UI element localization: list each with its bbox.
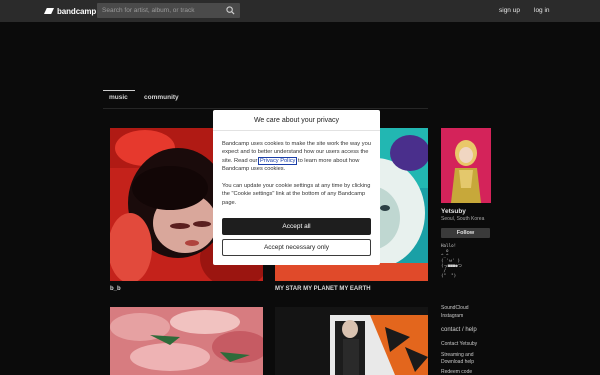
privacy-policy-link[interactable]: Privacy Policy xyxy=(257,156,298,165)
log-in-link[interactable]: log in xyxy=(534,7,550,14)
follow-button[interactable]: Follow xyxy=(441,228,490,238)
search-input[interactable] xyxy=(97,3,221,18)
album-art-pink xyxy=(110,307,263,375)
bandcamp-logo[interactable]: bandcamp xyxy=(44,6,96,16)
artist-bio-ascii: Hallo! o ^_^ ( 'ㅂ' ) (っ■■■●つ / (" ") xyxy=(441,243,462,278)
download-help-link[interactable]: Download help xyxy=(441,359,474,365)
contact-artist-link[interactable]: Contact Yetsuby xyxy=(441,341,477,347)
top-bar: bandcamp sign up log in xyxy=(0,0,600,22)
redeem-code-link[interactable]: Redeem code xyxy=(441,369,472,375)
artist-photo[interactable] xyxy=(441,128,491,203)
album-title[interactable]: b_b xyxy=(110,286,121,292)
album-cover-3[interactable] xyxy=(110,307,263,375)
album-title[interactable]: MY STAR MY PLANET MY EARTH xyxy=(275,286,371,292)
streaming-help-link[interactable]: Streaming and xyxy=(441,352,474,358)
bandcamp-logo-icon xyxy=(44,8,54,14)
sign-up-link[interactable]: sign up xyxy=(499,7,520,14)
artist-image xyxy=(441,128,491,203)
contact-help-heading: contact / help xyxy=(441,327,477,333)
soundcloud-link[interactable]: SoundCloud xyxy=(441,305,469,311)
cookie-explanation: Bandcamp uses cookies to make the site w… xyxy=(222,140,372,174)
cookie-consent-dialog: We care about your privacy Bandcamp uses… xyxy=(213,110,380,265)
search-icon[interactable] xyxy=(226,6,235,15)
tab-community[interactable]: community xyxy=(144,94,179,104)
tab-music[interactable]: music xyxy=(103,90,135,104)
logo-text: bandcamp xyxy=(57,6,97,16)
accept-all-button[interactable]: Accept all xyxy=(222,218,371,235)
accept-necessary-button[interactable]: Accept necessary only xyxy=(222,239,371,256)
tabs-divider xyxy=(103,108,428,109)
album-cover-4[interactable] xyxy=(275,307,428,375)
search-box xyxy=(97,3,240,18)
artist-location: Seoul, South Korea xyxy=(441,216,485,222)
cookie-dialog-title: We care about your privacy xyxy=(213,110,380,131)
instagram-link[interactable]: Instagram xyxy=(441,313,463,319)
album-art-orange xyxy=(275,307,428,375)
cookie-settings-note: You can update your cookie settings at a… xyxy=(222,183,371,206)
artist-name[interactable]: Yetsuby xyxy=(441,208,466,215)
